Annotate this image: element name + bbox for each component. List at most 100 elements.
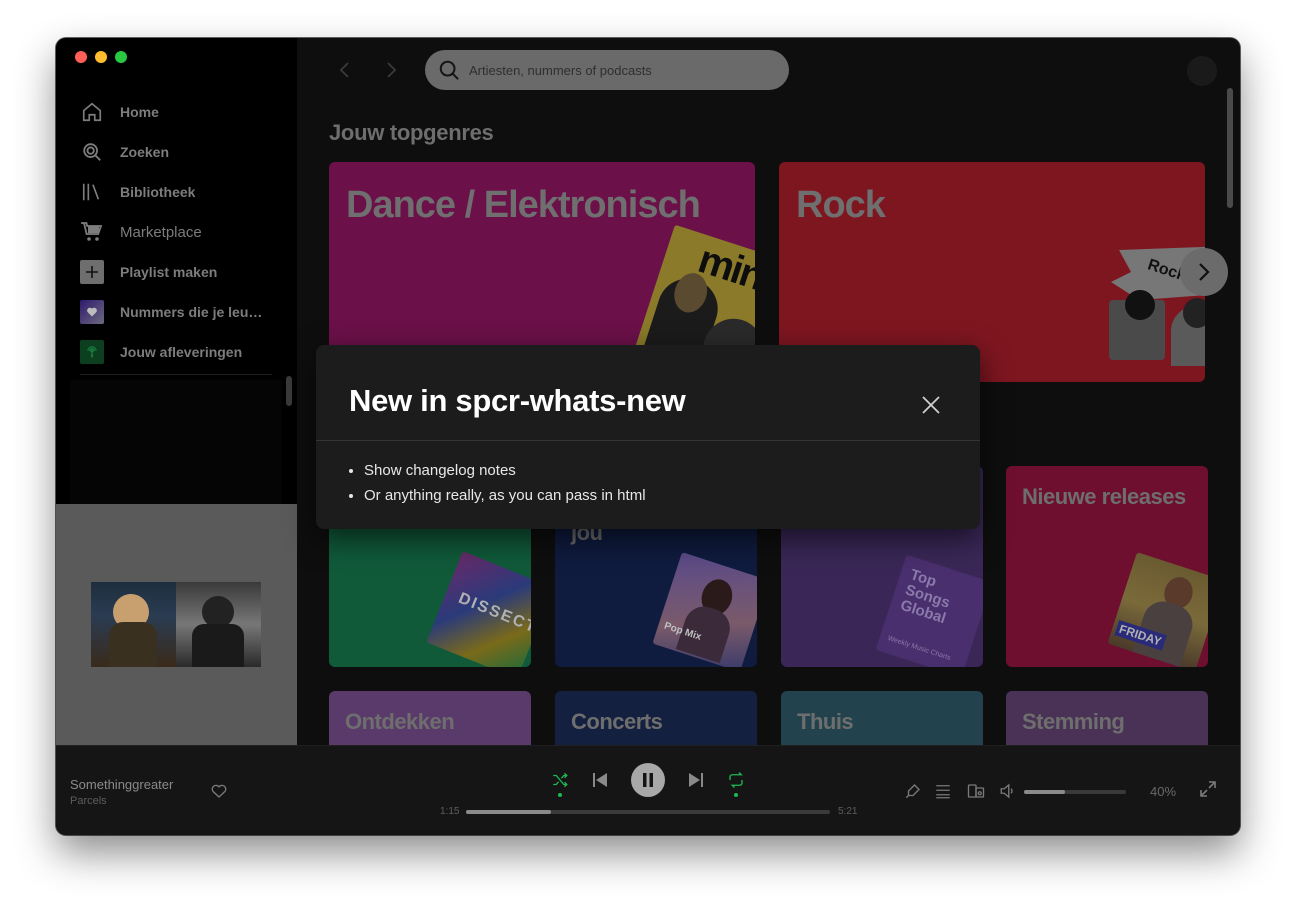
sidebar-item-label: Playlist maken — [120, 264, 218, 280]
chevron-right-icon — [387, 62, 397, 78]
close-icon — [922, 396, 940, 414]
shuffle-icon — [553, 772, 568, 788]
dialog-title: New in spcr-whats-new — [349, 383, 686, 418]
pause-icon — [643, 773, 653, 787]
volume-icon — [1000, 783, 1013, 799]
app-window: Home Zoeken Bibliotheek Marketplace Play… — [56, 38, 1240, 835]
liked-songs-icon — [80, 300, 104, 324]
sidebar-item-label: Home — [120, 104, 159, 120]
search-bar — [425, 50, 789, 90]
home-icon — [80, 100, 104, 124]
browse-title: Ontdekken — [345, 709, 455, 734]
search-icon — [80, 140, 104, 164]
search-input[interactable] — [469, 50, 769, 90]
elapsed-time: 1:15 — [440, 806, 460, 817]
sidebar-item-home[interactable]: Home — [80, 92, 280, 132]
sidebar-item-episodes[interactable]: Jouw afleveringen — [80, 332, 280, 372]
mute-button[interactable] — [997, 780, 1019, 802]
track-duration: 5:21 — [838, 806, 858, 817]
sidebar-item-label: Jouw afleveringen — [120, 344, 243, 360]
shuffle-button[interactable] — [546, 766, 574, 794]
volume-slider[interactable] — [1024, 790, 1126, 794]
close-window-button[interactable] — [75, 51, 87, 63]
browse-card-discover[interactable]: Ontdekken — [329, 691, 531, 745]
sidebar-item-create-playlist[interactable]: Playlist maken — [80, 252, 280, 292]
search-icon — [429, 50, 469, 90]
pop-mix-art: Pop Mix — [652, 552, 757, 667]
sidebar-item-liked-songs[interactable]: Nummers die je leuk vindt — [80, 292, 280, 332]
devices-icon — [967, 784, 985, 798]
list-item: Show changelog notes — [364, 461, 646, 486]
microphone-icon — [905, 784, 920, 799]
browse-card-home[interactable]: Thuis — [781, 691, 983, 745]
chevron-right-icon — [1199, 263, 1210, 281]
sidebar-item-label: Nummers die je leuk vindt — [120, 304, 270, 320]
dialog-body: Show changelog notes Or anything really,… — [364, 461, 646, 511]
changelog-list: Show changelog notes Or anything really,… — [364, 461, 646, 511]
playlist-list[interactable] — [70, 380, 282, 504]
sidebar-item-label: Marketplace — [120, 223, 202, 241]
repeat-icon — [729, 772, 743, 788]
library-icon — [80, 180, 104, 204]
sidebar-item-label: Zoeken — [120, 144, 170, 160]
whats-new-dialog: New in spcr-whats-new Show changelog not… — [316, 345, 980, 529]
browse-title: Stemming — [1022, 709, 1125, 734]
track-title[interactable]: Somethinggreater — [70, 777, 173, 792]
browse-card-new-releases[interactable]: Nieuwe releases FRIDAY — [1006, 466, 1208, 667]
sidebar-item-library[interactable]: Bibliotheek — [80, 172, 280, 212]
track-artist[interactable]: Parcels — [70, 795, 107, 807]
dialog-close-button[interactable] — [920, 394, 942, 416]
heart-icon — [211, 784, 227, 798]
maximize-window-button[interactable] — [115, 51, 127, 63]
now-playing-cover-area — [56, 504, 297, 745]
like-button[interactable] — [210, 782, 230, 802]
progress-fill — [466, 810, 552, 814]
episodes-icon — [80, 340, 104, 364]
section-title: Jouw topgenres — [329, 120, 494, 145]
forward-button[interactable] — [377, 56, 405, 84]
dialog-divider — [316, 440, 980, 441]
previous-track-button[interactable] — [586, 766, 614, 794]
browse-title: Concerts — [571, 709, 663, 734]
plus-icon — [80, 260, 104, 284]
avatar[interactable] — [1187, 56, 1217, 86]
sidebar-item-marketplace[interactable]: Marketplace — [80, 212, 280, 252]
queue-icon — [936, 785, 950, 799]
window-controls — [75, 51, 127, 63]
repeat-active-indicator — [734, 793, 738, 797]
sidebar: Home Zoeken Bibliotheek Marketplace Play… — [56, 38, 297, 745]
browse-title: Nieuwe releases — [1022, 484, 1186, 509]
repeat-button[interactable] — [722, 766, 750, 794]
skip-back-icon — [593, 773, 607, 787]
cart-icon — [80, 220, 104, 244]
fullscreen-button[interactable] — [1197, 778, 1219, 800]
main-scrollbar[interactable] — [1227, 88, 1233, 208]
sidebar-divider — [80, 374, 272, 375]
top-songs-global-art: Top Songs Global Weekly Music Charts — [875, 554, 983, 667]
sidebar-scrollbar[interactable] — [286, 376, 292, 406]
dissect-podcast-art: DISSECT — [426, 551, 531, 667]
browse-card-mood[interactable]: Stemming — [1006, 691, 1208, 745]
expand-icon — [1200, 781, 1216, 797]
next-track-button[interactable] — [682, 766, 710, 794]
playback-progress-bar[interactable] — [466, 810, 830, 814]
browse-title: Thuis — [797, 709, 854, 734]
chevron-left-icon — [339, 62, 349, 78]
volume-fill — [1024, 790, 1065, 794]
queue-button[interactable] — [932, 780, 954, 802]
carousel-next-button[interactable] — [1180, 248, 1228, 296]
browse-card-concerts[interactable]: Concerts — [555, 691, 757, 745]
genre-title: Rock — [796, 184, 886, 226]
devices-button[interactable] — [965, 780, 987, 802]
new-music-friday-art: FRIDAY — [1107, 552, 1208, 667]
lyrics-button[interactable] — [902, 780, 924, 802]
back-button[interactable] — [331, 56, 359, 84]
shuffle-active-indicator — [558, 793, 562, 797]
minimize-window-button[interactable] — [95, 51, 107, 63]
album-cover[interactable] — [91, 582, 261, 667]
sidebar-item-search[interactable]: Zoeken — [80, 132, 280, 172]
skip-forward-icon — [689, 773, 703, 787]
pause-button[interactable] — [631, 763, 665, 797]
sidebar-nav: Home Zoeken Bibliotheek Marketplace Play… — [80, 92, 280, 372]
player-bar: Somethinggreater Parcels 1:15 5:21 40% — [56, 745, 1240, 835]
